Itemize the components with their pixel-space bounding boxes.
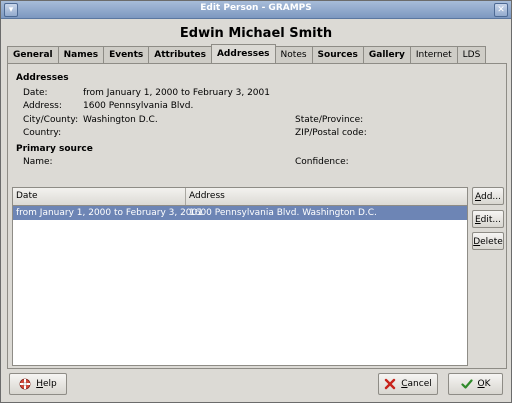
- ok-label: OK: [478, 374, 491, 394]
- address-list[interactable]: Date Address from January 1, 2000 to Feb…: [12, 187, 468, 366]
- city-label: City/County:: [23, 115, 79, 125]
- help-label: Help: [36, 374, 57, 394]
- tab-names[interactable]: Names: [57, 46, 105, 63]
- address-label: Address:: [23, 101, 62, 111]
- help-mnemonic: H: [36, 379, 43, 389]
- tab-general[interactable]: General: [7, 46, 59, 63]
- lifebuoy-icon: [19, 378, 31, 390]
- cancel-label-rest: ancel: [407, 379, 432, 389]
- delete-address-button[interactable]: Delete: [472, 232, 504, 250]
- source-name-label: Name:: [23, 157, 53, 167]
- title-bar[interactable]: ▾ Edit Person - GRAMPS ✕: [1, 1, 511, 19]
- address-value: 1600 Pennsylvania Blvd.: [83, 101, 194, 111]
- edit-person-window: ▾ Edit Person - GRAMPS ✕ Edwin Michael S…: [0, 0, 512, 403]
- confidence-label: Confidence:: [295, 157, 349, 167]
- red-x-icon: [385, 378, 396, 390]
- ok-label-rest: K: [484, 379, 491, 389]
- addresses-panel: Addresses Date: from January 1, 2000 to …: [7, 63, 507, 369]
- row-date-cell: from January 1, 2000 to February 3, 2001: [16, 208, 203, 218]
- tab-events[interactable]: Events: [103, 46, 150, 63]
- date-label: Date:: [23, 88, 48, 98]
- tab-bar: General Names Events Attributes Addresse…: [7, 44, 487, 64]
- ok-button[interactable]: OK: [448, 373, 503, 395]
- zip-label: ZIP/Postal code:: [295, 128, 367, 138]
- state-label: State/Province:: [295, 115, 364, 125]
- help-label-rest: elp: [43, 379, 57, 389]
- list-header: Date Address: [13, 188, 467, 206]
- tab-lds[interactable]: LDS: [456, 46, 487, 63]
- delete-label: elete: [480, 237, 503, 247]
- primary-source-heading: Primary source: [16, 144, 93, 154]
- window-title: Edit Person - GRAMPS: [200, 3, 312, 13]
- tab-notes[interactable]: Notes: [274, 46, 313, 63]
- green-check-icon: [460, 379, 473, 389]
- close-window-button[interactable]: ✕: [494, 3, 508, 17]
- ok-mnemonic: O: [477, 379, 485, 389]
- tab-sources[interactable]: Sources: [311, 46, 364, 63]
- edit-label: dit...: [480, 215, 501, 225]
- help-button[interactable]: Help: [9, 373, 67, 395]
- tab-attributes[interactable]: Attributes: [148, 46, 212, 63]
- tab-gallery[interactable]: Gallery: [362, 46, 411, 63]
- date-value: from January 1, 2000 to February 3, 2001: [83, 88, 270, 98]
- cancel-button[interactable]: Cancel: [378, 373, 438, 395]
- row-address-cell: 1600 Pennsylvania Blvd. Washington D.C.: [189, 208, 377, 218]
- country-label: Country:: [23, 128, 62, 138]
- add-label: dd...: [480, 192, 501, 202]
- cancel-label: Cancel: [401, 374, 432, 394]
- column-header-address[interactable]: Address: [186, 188, 467, 205]
- add-address-button[interactable]: Add...: [472, 187, 504, 205]
- person-name-heading: Edwin Michael Smith: [179, 26, 333, 41]
- tab-addresses[interactable]: Addresses: [210, 44, 276, 63]
- table-row[interactable]: from January 1, 2000 to February 3, 2001…: [13, 206, 467, 220]
- addresses-heading: Addresses: [16, 73, 69, 83]
- tab-internet[interactable]: Internet: [409, 46, 458, 63]
- column-header-date[interactable]: Date: [13, 188, 186, 205]
- city-value: Washington D.C.: [83, 115, 158, 125]
- edit-address-button[interactable]: Edit...: [472, 210, 504, 228]
